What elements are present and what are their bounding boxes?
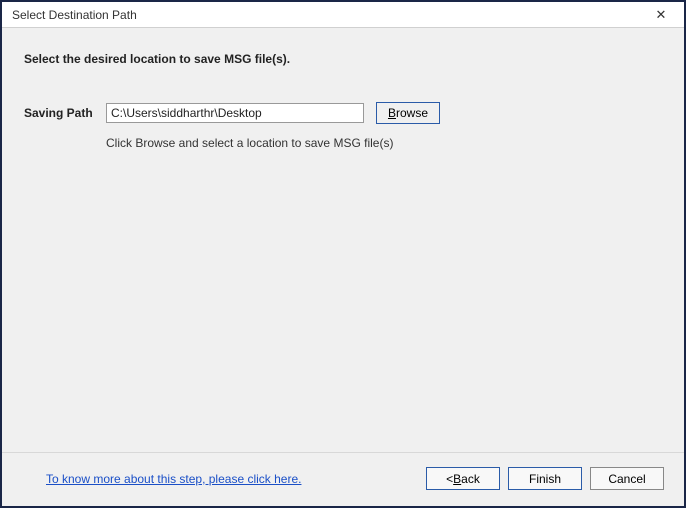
button-row: < Back Finish Cancel — [426, 467, 664, 490]
dialog-window: Select Destination Path ✕ Select the des… — [0, 0, 686, 508]
saving-path-input[interactable] — [106, 103, 364, 123]
finish-button[interactable]: Finish — [508, 467, 582, 490]
browse-mnemonic: B — [388, 106, 396, 120]
saving-path-row: Saving Path Browse — [24, 102, 662, 124]
content-area: Select the desired location to save MSG … — [2, 28, 684, 452]
browse-button[interactable]: Browse — [376, 102, 440, 124]
hint-text: Click Browse and select a location to sa… — [106, 136, 662, 150]
footer: To know more about this step, please cli… — [2, 452, 684, 506]
window-title: Select Destination Path — [12, 8, 137, 22]
title-bar: Select Destination Path ✕ — [2, 2, 684, 28]
back-rest: ack — [461, 472, 480, 486]
back-prefix: < — [446, 472, 453, 486]
back-button[interactable]: < Back — [426, 467, 500, 490]
browse-label-rest: rowse — [396, 106, 428, 120]
saving-path-label: Saving Path — [24, 106, 106, 120]
instruction-heading: Select the desired location to save MSG … — [24, 52, 662, 66]
help-link[interactable]: To know more about this step, please cli… — [46, 472, 301, 486]
close-icon[interactable]: ✕ — [646, 5, 676, 25]
cancel-button[interactable]: Cancel — [590, 467, 664, 490]
back-mnemonic: B — [453, 472, 461, 486]
